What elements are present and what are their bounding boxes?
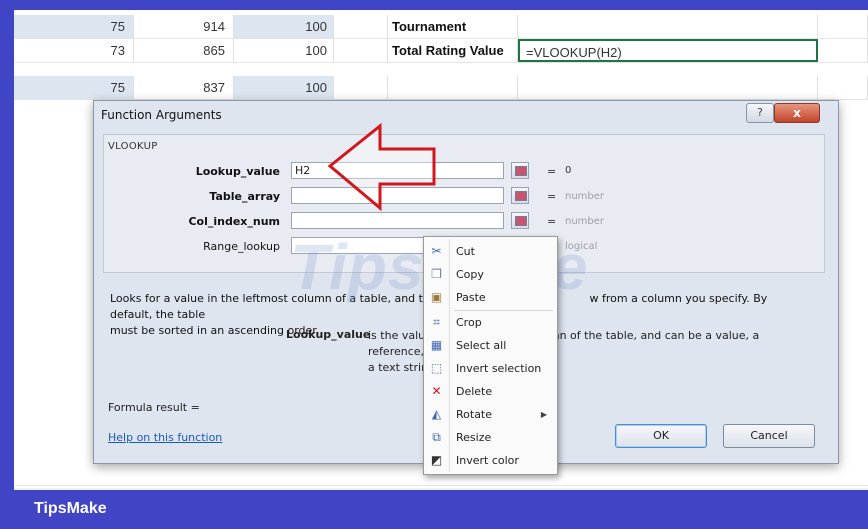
cell[interactable]: 75 bbox=[14, 76, 134, 99]
collapse-dialog-icon[interactable] bbox=[511, 187, 529, 204]
cell[interactable]: 837 bbox=[134, 76, 234, 99]
help-button[interactable]: ? bbox=[746, 103, 774, 123]
menu-item-delete[interactable]: ✕ Delete bbox=[424, 380, 557, 403]
menu-item-label: Copy bbox=[456, 268, 484, 281]
menu-item-select-all[interactable]: ▦ Select all bbox=[424, 334, 557, 357]
cell[interactable] bbox=[818, 39, 868, 62]
equals-sign: = bbox=[547, 190, 557, 203]
arg-label-range-lookup: Range_lookup bbox=[203, 240, 280, 253]
collapse-dialog-icon[interactable] bbox=[511, 212, 529, 229]
bottom-brand-bar: TipsMake bbox=[0, 490, 868, 529]
copy-icon: ❐ bbox=[431, 267, 442, 281]
cell[interactable]: 75 bbox=[14, 15, 134, 38]
collapse-dialog-icon[interactable] bbox=[511, 162, 529, 179]
invert-selection-icon: ⬚ bbox=[430, 361, 443, 375]
cell[interactable] bbox=[518, 15, 818, 38]
left-brand-bar bbox=[0, 0, 14, 490]
cell[interactable] bbox=[334, 76, 388, 99]
brand-label: TipsMake bbox=[34, 500, 107, 517]
menu-item-label: Resize bbox=[456, 431, 492, 444]
ok-button[interactable]: OK bbox=[615, 424, 707, 448]
cell[interactable]: 73 bbox=[14, 39, 134, 62]
top-brand-bar bbox=[0, 0, 868, 10]
function-name: VLOOKUP bbox=[108, 141, 158, 152]
menu-item-label: Crop bbox=[456, 316, 482, 329]
cell[interactable] bbox=[518, 76, 818, 99]
menu-item-cut[interactable]: ✂ Cut bbox=[424, 240, 557, 263]
menu-item-invert-color[interactable]: ◩ Invert color bbox=[424, 449, 557, 472]
menu-item-copy[interactable]: ❐ Copy bbox=[424, 263, 557, 286]
active-formula-cell[interactable]: =VLOOKUP(H2) bbox=[518, 39, 818, 62]
cell[interactable]: 865 bbox=[134, 39, 234, 62]
cell-label[interactable]: Total Rating Value bbox=[388, 39, 518, 62]
context-menu: ✂ Cut ❐ Copy ▣ Paste ⌗ Crop ▦ Select all… bbox=[423, 236, 558, 475]
cell[interactable] bbox=[334, 15, 388, 38]
menu-item-label: Select all bbox=[456, 339, 507, 352]
arg-result: number bbox=[565, 191, 605, 202]
arg-result: number bbox=[565, 216, 605, 227]
menu-item-label: Invert color bbox=[456, 454, 519, 467]
delete-icon: ✕ bbox=[431, 384, 442, 398]
cell[interactable] bbox=[818, 15, 868, 38]
cell[interactable]: 914 bbox=[134, 15, 234, 38]
arg-help-name: Lookup_value bbox=[286, 328, 371, 341]
rotate-icon: ◭ bbox=[431, 407, 442, 421]
formula-result-label: Formula result = bbox=[108, 401, 200, 414]
close-button[interactable]: x bbox=[774, 103, 820, 123]
dialog-title: Function Arguments bbox=[101, 108, 222, 122]
menu-item-invert-selection[interactable]: ⬚ Invert selection bbox=[424, 357, 557, 380]
cell[interactable]: 100 bbox=[234, 76, 334, 99]
cell[interactable]: 100 bbox=[234, 15, 334, 38]
equals-sign: = bbox=[547, 215, 557, 228]
cancel-button[interactable]: Cancel bbox=[723, 424, 815, 448]
menu-item-label: Rotate bbox=[456, 408, 493, 421]
help-on-function-link[interactable]: Help on this function bbox=[108, 431, 222, 444]
equals-sign: = bbox=[547, 165, 557, 178]
paste-icon: ▣ bbox=[430, 290, 443, 304]
menu-item-label: Paste bbox=[456, 291, 486, 304]
cell-label[interactable]: Tournament bbox=[388, 15, 518, 38]
arg-label-col-index-num: Col_index_num bbox=[188, 215, 280, 228]
scissors-icon: ✂ bbox=[431, 244, 442, 258]
submenu-arrow-icon: ▶ bbox=[540, 410, 547, 419]
menu-item-crop[interactable]: ⌗ Crop bbox=[424, 311, 557, 334]
cell[interactable] bbox=[388, 76, 518, 99]
sheet-row: 75 837 100 bbox=[14, 76, 868, 100]
cell[interactable]: 100 bbox=[234, 39, 334, 62]
menu-item-label: Invert selection bbox=[456, 362, 542, 375]
arg-label-lookup-value: Lookup_value bbox=[195, 165, 280, 178]
red-arrow-annotation bbox=[327, 122, 436, 212]
cell[interactable] bbox=[334, 39, 388, 62]
invert-color-icon: ◩ bbox=[430, 453, 443, 467]
sheet-row: 73 865 100 Total Rating Value =VLOOKUP(H… bbox=[14, 39, 868, 63]
cell[interactable] bbox=[818, 76, 868, 99]
sheet-row: 75 914 100 Tournament bbox=[14, 15, 868, 39]
arg-label-table-array: Table_array bbox=[209, 190, 280, 203]
menu-item-rotate[interactable]: ◭ Rotate ▶ bbox=[424, 403, 557, 426]
arg-result: 0 bbox=[565, 165, 572, 176]
menu-item-paste[interactable]: ▣ Paste bbox=[424, 286, 557, 309]
menu-item-label: Cut bbox=[456, 245, 475, 258]
menu-item-label: Delete bbox=[456, 385, 493, 398]
menu-item-resize[interactable]: ⧉ Resize bbox=[424, 426, 557, 449]
resize-icon: ⧉ bbox=[432, 430, 441, 444]
crop-icon: ⌗ bbox=[433, 315, 440, 329]
select-all-icon: ▦ bbox=[430, 338, 443, 352]
